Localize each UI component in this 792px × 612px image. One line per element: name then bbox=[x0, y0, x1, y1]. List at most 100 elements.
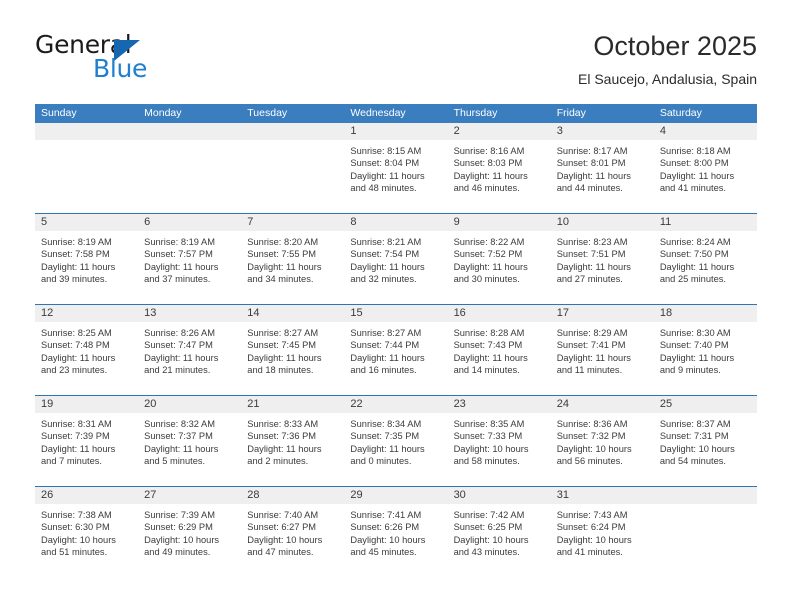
sunrise-text: Sunrise: 8:27 AM bbox=[350, 328, 422, 338]
page-header: General Blue October 2025 El Saucejo, An… bbox=[35, 30, 757, 92]
calendar-day-cell[interactable]: 4 Sunrise: 8:18 AM Sunset: 8:00 PM Daylight… bbox=[653, 123, 757, 213]
sunrise-text: Sunrise: 8:26 AM bbox=[144, 328, 215, 338]
calendar-day-cell[interactable]: 15 Sunrise: 8:27 AM Sunset: 7:44 PM Dayligh… bbox=[344, 305, 448, 395]
calendar-day-cell[interactable]: 24 Sunrise: 8:36 AM Sunset: 7:32 PM Dayligh… bbox=[550, 396, 654, 486]
day-info: Sunrise: 7:38 AM Sunset: 6:30 PM Daylight:… bbox=[35, 505, 138, 559]
sunset-text: Sunset: 7:48 PM bbox=[41, 340, 110, 351]
day-number-bar: 13 bbox=[138, 305, 242, 323]
calendar-day-cell[interactable]: 31 Sunrise: 7:43 AM Sunset: 6:24 PM Dayligh… bbox=[550, 487, 654, 577]
sunset-text: Sunset: 7:54 PM bbox=[350, 249, 420, 260]
calendar-day-cell[interactable]: 23 Sunrise: 8:35 AM Sunset: 7:33 PM Dayligh… bbox=[447, 396, 551, 486]
title-block: October 2025 El Saucejo, Andalusia, Spai… bbox=[578, 30, 757, 90]
day-number: 4 bbox=[659, 125, 666, 137]
day-info: Sunrise: 8:35 AM Sunset: 7:33 PM Daylight:… bbox=[448, 414, 551, 468]
sunrise-text: Sunrise: 8:30 AM bbox=[659, 328, 731, 338]
day-number-bar: 7 bbox=[241, 214, 345, 232]
day-number: 16 bbox=[453, 307, 466, 319]
day-number: 31 bbox=[556, 489, 569, 501]
calendar-day-cell[interactable]: 25 Sunrise: 8:37 AM Sunset: 7:31 PM Dayligh… bbox=[653, 396, 757, 486]
calendar-day-cell[interactable]: 17 Sunrise: 8:29 AM Sunset: 7:41 PM Dayligh… bbox=[550, 305, 654, 395]
sunrise-text: Sunrise: 8:22 AM bbox=[453, 237, 525, 247]
day-info: Sunrise: 7:42 AM Sunset: 6:25 PM Daylight:… bbox=[448, 505, 551, 559]
sunset-text: Sunset: 7:44 PM bbox=[350, 340, 420, 351]
calendar-day-cell[interactable]: 13 Sunrise: 8:26 AM Sunset: 7:47 PM Dayligh… bbox=[138, 305, 242, 395]
daylight-text-line1: Daylight: 11 hours bbox=[144, 261, 219, 272]
day-number-bar: 16 bbox=[447, 305, 551, 323]
day-number-bar: 14 bbox=[241, 305, 345, 323]
calendar-day-cell[interactable]: 14 Sunrise: 8:27 AM Sunset: 7:45 PM Dayligh… bbox=[241, 305, 345, 395]
day-number-bar: 28 bbox=[241, 487, 345, 505]
calendar-day-cell[interactable]: 20 Sunrise: 8:32 AM Sunset: 7:37 PM Dayligh… bbox=[138, 396, 242, 486]
sunset-text: Sunset: 7:31 PM bbox=[659, 431, 729, 442]
day-info: Sunrise: 8:27 AM Sunset: 7:44 PM Daylight:… bbox=[344, 323, 447, 377]
day-number: 13 bbox=[144, 307, 157, 319]
calendar-day-cell[interactable]: 29 Sunrise: 7:41 AM Sunset: 6:26 PM Dayligh… bbox=[344, 487, 448, 577]
calendar-day-cell[interactable]: 27 Sunrise: 7:39 AM Sunset: 6:29 PM Dayligh… bbox=[138, 487, 242, 577]
calendar-day-cell[interactable]: 8 Sunrise: 8:21 AM Sunset: 7:54 PM Daylight… bbox=[344, 214, 448, 304]
calendar-day-cell[interactable]: 21 Sunrise: 8:33 AM Sunset: 7:36 PM Dayligh… bbox=[241, 396, 345, 486]
sunrise-text: Sunrise: 8:25 AM bbox=[41, 328, 112, 338]
sunset-text: Sunset: 7:40 PM bbox=[659, 340, 729, 351]
calendar-week-row: 19 Sunrise: 8:31 AM Sunset: 7:39 PM Dayligh… bbox=[35, 395, 757, 486]
sunrise-text: Sunrise: 8:31 AM bbox=[41, 419, 112, 429]
day-number: 29 bbox=[350, 489, 363, 501]
calendar-day-cell[interactable]: 28 Sunrise: 7:40 AM Sunset: 6:27 PM Dayligh… bbox=[241, 487, 345, 577]
day-number: 9 bbox=[453, 216, 460, 228]
calendar-day-cell[interactable]: 19 Sunrise: 8:31 AM Sunset: 7:39 PM Dayligh… bbox=[35, 396, 139, 486]
daylight-text-line1: Daylight: 11 hours bbox=[453, 170, 528, 181]
calendar-day-cell[interactable]: 1 Sunrise: 8:15 AM Sunset: 8:04 PM Daylight… bbox=[344, 123, 448, 213]
sunset-text: Sunset: 6:27 PM bbox=[247, 522, 317, 533]
daylight-text-line1: Daylight: 11 hours bbox=[144, 443, 219, 454]
calendar-day-cell[interactable]: 5 Sunrise: 8:19 AM Sunset: 7:58 PM Daylight… bbox=[35, 214, 139, 304]
day-info: Sunrise: 7:40 AM Sunset: 6:27 PM Daylight:… bbox=[241, 505, 344, 559]
day-number-bar: 2 bbox=[447, 123, 551, 141]
calendar-day-cell[interactable]: 16 Sunrise: 8:28 AM Sunset: 7:43 PM Dayligh… bbox=[447, 305, 551, 395]
day-number-bar: 11 bbox=[653, 214, 757, 232]
sunset-text: Sunset: 7:58 PM bbox=[41, 249, 110, 260]
daylight-text-line2: and 5 minutes. bbox=[144, 456, 206, 467]
page-subtitle: El Saucejo, Andalusia, Spain bbox=[577, 71, 757, 87]
sunrise-text: Sunrise: 8:19 AM bbox=[144, 237, 215, 247]
sunrise-text: Sunrise: 7:42 AM bbox=[453, 510, 525, 520]
calendar-day-cell[interactable]: 3 Sunrise: 8:17 AM Sunset: 8:01 PM Daylight… bbox=[550, 123, 654, 213]
day-info: Sunrise: 8:23 AM Sunset: 7:51 PM Daylight:… bbox=[551, 232, 654, 286]
calendar-day-cell[interactable]: 18 Sunrise: 8:30 AM Sunset: 7:40 PM Dayligh… bbox=[653, 305, 757, 395]
day-number: 25 bbox=[659, 398, 673, 410]
day-info: Sunrise: 7:39 AM Sunset: 6:29 PM Daylight:… bbox=[138, 505, 241, 559]
calendar-day-cell[interactable]: 26 Sunrise: 7:38 AM Sunset: 6:30 PM Dayligh… bbox=[35, 487, 139, 577]
sunset-text: Sunset: 7:36 PM bbox=[247, 431, 317, 442]
calendar-day-cell[interactable]: 12 Sunrise: 8:25 AM Sunset: 7:48 PM Dayligh… bbox=[35, 305, 139, 395]
daylight-text-line1: Daylight: 10 hours bbox=[659, 443, 735, 454]
day-info: Sunrise: 8:34 AM Sunset: 7:35 PM Daylight:… bbox=[344, 414, 447, 468]
sunset-text: Sunset: 7:35 PM bbox=[350, 431, 420, 442]
sunrise-text: Sunrise: 8:21 AM bbox=[350, 237, 422, 247]
daylight-text-line1: Daylight: 11 hours bbox=[350, 352, 425, 363]
day-number-bar: 3 bbox=[550, 123, 654, 141]
day-info: Sunrise: 8:37 AM Sunset: 7:31 PM Daylight:… bbox=[654, 414, 757, 468]
day-number: 27 bbox=[144, 489, 157, 501]
calendar-day-cell[interactable]: 6 Sunrise: 8:19 AM Sunset: 7:57 PM Daylight… bbox=[138, 214, 242, 304]
daylight-text-line2: and 43 minutes. bbox=[453, 547, 520, 558]
day-info: Sunrise: 8:15 AM Sunset: 8:04 PM Daylight:… bbox=[344, 141, 447, 195]
day-number-bar: 31 bbox=[550, 487, 654, 505]
calendar-day-cell[interactable]: 10 Sunrise: 8:23 AM Sunset: 7:51 PM Dayligh… bbox=[550, 214, 654, 304]
day-number: 21 bbox=[247, 398, 260, 410]
sunset-text: Sunset: 6:29 PM bbox=[144, 522, 213, 533]
day-number-bar: 19 bbox=[35, 396, 139, 414]
weekday-saturday: Saturday bbox=[659, 107, 702, 119]
calendar-day-cell[interactable]: 11 Sunrise: 8:24 AM Sunset: 7:50 PM Dayligh… bbox=[653, 214, 757, 304]
calendar-day-cell[interactable]: 22 Sunrise: 8:34 AM Sunset: 7:35 PM Dayligh… bbox=[344, 396, 448, 486]
daylight-text-line1: Daylight: 10 hours bbox=[41, 534, 116, 545]
sunrise-text: Sunrise: 8:24 AM bbox=[659, 237, 731, 247]
sunrise-text: Sunrise: 7:41 AM bbox=[350, 510, 422, 520]
calendar-day-cell[interactable]: 30 Sunrise: 7:42 AM Sunset: 6:25 PM Dayligh… bbox=[447, 487, 551, 577]
sunset-text: Sunset: 6:25 PM bbox=[453, 522, 523, 533]
calendar-day-cell[interactable]: 2 Sunrise: 8:16 AM Sunset: 8:03 PM Daylight… bbox=[447, 123, 551, 213]
day-number: 28 bbox=[247, 489, 260, 501]
sunrise-text: Sunrise: 8:23 AM bbox=[556, 237, 628, 247]
calendar-day-cell[interactable]: 7 Sunrise: 8:20 AM Sunset: 7:55 PM Daylight… bbox=[241, 214, 345, 304]
day-info: Sunrise: 8:27 AM Sunset: 7:45 PM Daylight:… bbox=[241, 323, 344, 377]
calendar-day-cell[interactable]: 9 Sunrise: 8:22 AM Sunset: 7:52 PM Daylight… bbox=[447, 214, 551, 304]
day-number: 26 bbox=[41, 489, 54, 501]
weekday-sunday: Sunday bbox=[41, 107, 77, 119]
